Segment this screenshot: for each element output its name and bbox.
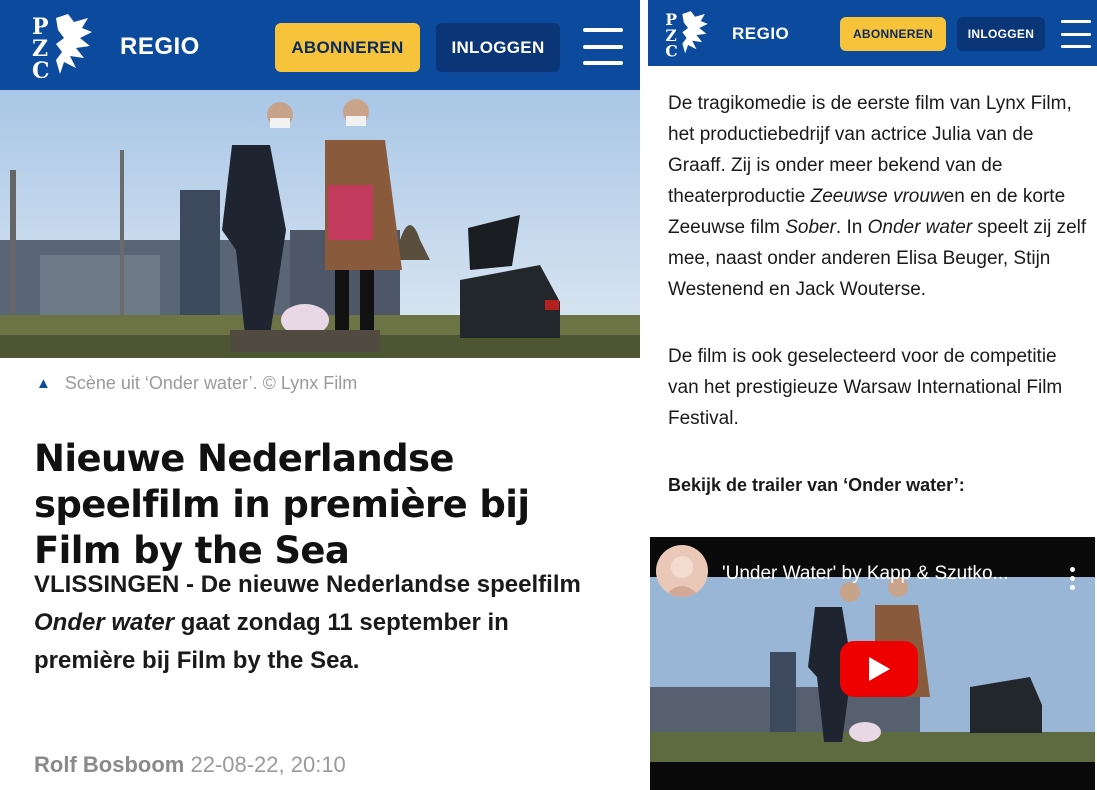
article-left-panel: P Z C REGIO ABONNEREN INLOGGEN ▲ Scène u… (0, 0, 640, 790)
body-text-segment: . In (835, 217, 868, 238)
article-right-panel: P Z C REGIO ABONNEREN INLOGGEN De tragik… (648, 0, 1097, 790)
body-paragraph-1: De tragikomedie is de eerste film van Ly… (668, 88, 1088, 305)
article-photo (0, 90, 640, 358)
login-button[interactable]: INLOGGEN (957, 17, 1045, 51)
intro-film-title: Onder water (34, 609, 175, 636)
publish-date: 22-08-22, 20:10 (190, 752, 346, 777)
svg-text:C: C (665, 41, 677, 57)
article-body: De tragikomedie is de eerste film van Ly… (668, 88, 1088, 537)
pzc-lion-logo-icon: P Z C (665, 10, 708, 57)
article-intro: VLISSINGEN - De nieuwe Nederlandse speel… (34, 566, 604, 680)
menu-hamburger-icon[interactable] (1061, 20, 1091, 48)
photo-caption-text: Scène uit ‘Onder water’. © Lynx Film (64, 373, 358, 393)
kebab-menu-icon[interactable] (1070, 567, 1075, 590)
site-header: P Z C REGIO ABONNEREN INLOGGEN (0, 0, 640, 90)
svg-text:C: C (32, 58, 50, 78)
body-italic-title: Sober (785, 217, 836, 238)
author-name[interactable]: Rolf Bosboom (34, 752, 184, 777)
regio-label[interactable]: REGIO (732, 24, 789, 44)
subscribe-button[interactable]: ABONNEREN (275, 23, 420, 72)
photo-caption: ▲ Scène uit ‘Onder water’. © Lynx Film (36, 373, 357, 394)
subscribe-button[interactable]: ABONNEREN (840, 17, 946, 51)
menu-hamburger-icon[interactable] (583, 28, 623, 65)
youtube-video-embed[interactable]: 'Under Water' by Kapp & Szutko... (650, 537, 1095, 790)
triangle-up-icon[interactable]: ▲ (36, 375, 51, 392)
article-byline: Rolf Bosboom 22-08-22, 20:10 (34, 752, 346, 778)
site-header-compact: P Z C REGIO ABONNEREN INLOGGEN (648, 0, 1097, 66)
pzc-logo[interactable]: P Z C (664, 9, 712, 57)
body-italic-title: Onder water (867, 217, 973, 238)
body-italic-title: Zeeuwse vrouw (810, 186, 944, 207)
trailer-heading: Bekijk de trailer van ‘Onder water’: (668, 475, 965, 495)
video-title[interactable]: 'Under Water' by Kapp & Szutko... (722, 563, 1008, 585)
pzc-lion-logo-icon: P Z C (32, 14, 92, 78)
body-paragraph-2: De film is ook geselecteerd voor de comp… (668, 346, 1063, 429)
youtube-play-icon[interactable] (840, 641, 918, 697)
panel-divider (640, 0, 648, 790)
login-button[interactable]: INLOGGEN (436, 23, 560, 72)
pzc-logo[interactable]: P Z C (30, 12, 98, 78)
channel-avatar[interactable] (656, 545, 708, 597)
article-headline: Nieuwe Nederlandse speelfilm in première… (34, 437, 530, 572)
regio-label[interactable]: REGIO (120, 33, 200, 61)
intro-lead: VLISSINGEN - De nieuwe Nederlandse speel… (34, 571, 581, 598)
